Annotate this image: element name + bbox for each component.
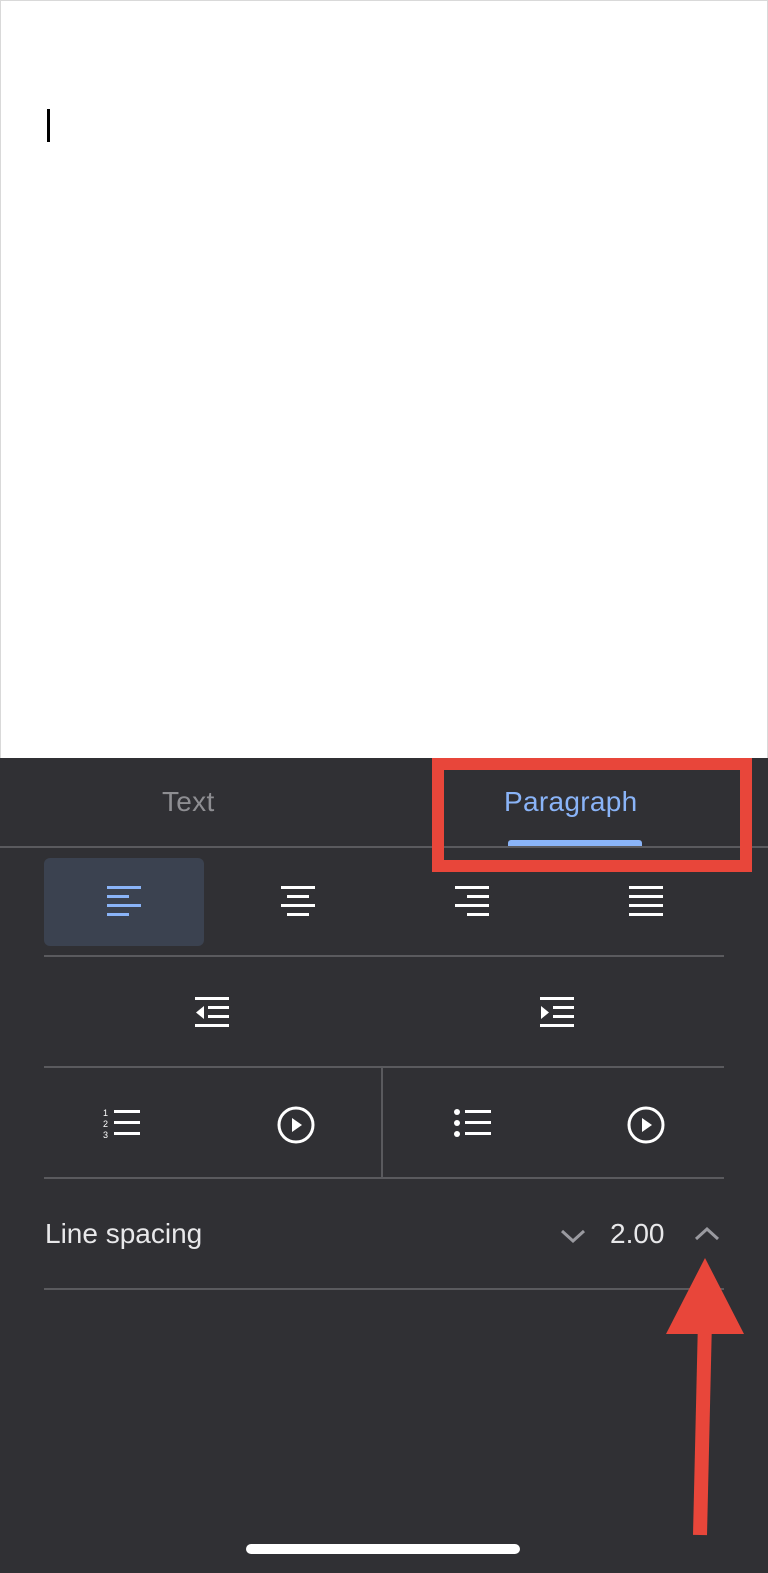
align-center-button[interactable] (218, 858, 378, 946)
numbered-list-button[interactable]: 1 2 3 (82, 1082, 162, 1168)
chevron-down-icon (560, 1229, 586, 1244)
align-center-icon (281, 886, 315, 916)
tab-selected-indicator (508, 840, 642, 846)
divider (44, 1288, 724, 1290)
format-panel: Text Paragraph 1 2 3 Line spacing 2.00 (0, 758, 768, 1573)
format-tabs: Text Paragraph (0, 758, 768, 848)
document-canvas[interactable] (0, 0, 768, 759)
increase-indent-icon (540, 997, 574, 1027)
bulleted-list-options-button[interactable] (606, 1082, 686, 1168)
home-indicator (246, 1544, 520, 1554)
svg-text:3: 3 (103, 1130, 108, 1140)
numbered-list-options-button[interactable] (256, 1082, 336, 1168)
increase-indent-button[interactable] (517, 970, 597, 1056)
divider (44, 1177, 724, 1179)
line-spacing-increase-button[interactable] (687, 1214, 727, 1254)
text-cursor (47, 109, 50, 142)
play-circle-icon (277, 1106, 315, 1144)
numbered-list-icon: 1 2 3 (103, 1108, 140, 1140)
tab-text[interactable]: Text (162, 786, 215, 818)
line-spacing-decrease-button[interactable] (553, 1216, 593, 1256)
play-circle-icon (627, 1106, 665, 1144)
decrease-indent-button[interactable] (172, 970, 252, 1056)
divider (44, 1066, 724, 1068)
align-right-button[interactable] (392, 858, 552, 946)
decrease-indent-icon (195, 997, 229, 1027)
chevron-up-icon (694, 1226, 720, 1241)
vertical-divider (381, 1067, 383, 1179)
justify-button[interactable] (566, 858, 726, 946)
justify-icon (629, 886, 663, 916)
alignment-row (44, 858, 724, 946)
bulleted-list-button[interactable] (433, 1082, 513, 1168)
line-spacing-label: Line spacing (45, 1218, 203, 1249)
bulleted-list-icon (454, 1109, 491, 1137)
align-left-button[interactable] (44, 858, 204, 946)
align-left-icon (107, 886, 141, 916)
svg-text:2: 2 (103, 1119, 108, 1129)
line-spacing-value: 2.00 (610, 1218, 665, 1249)
divider (44, 955, 724, 957)
align-right-icon (455, 886, 489, 916)
svg-text:1: 1 (103, 1108, 108, 1118)
tab-paragraph[interactable]: Paragraph (504, 786, 637, 818)
